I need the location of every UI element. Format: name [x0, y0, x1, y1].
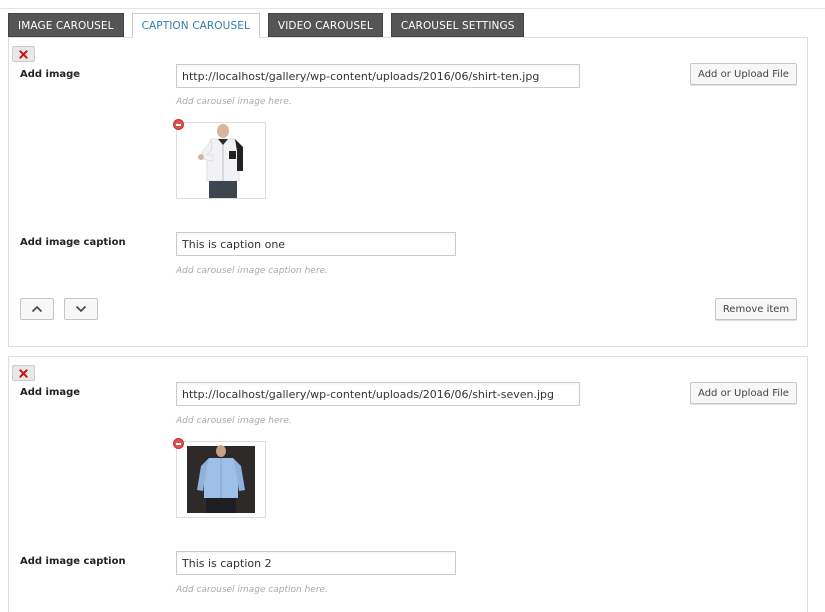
tab-carousel-settings[interactable]: CAROUSEL SETTINGS [390, 13, 525, 37]
move-up-button[interactable] [20, 298, 54, 320]
white-shirt-thumbnail-icon [177, 123, 265, 198]
close-icon [19, 49, 28, 59]
remove-item-button[interactable]: Remove item [715, 298, 797, 320]
image-thumbnail [176, 122, 266, 199]
tab-video-carousel[interactable]: VIDEO CAROUSEL [267, 13, 383, 37]
carousel-item-1: Add image Add or Upload File Add carouse… [8, 37, 808, 347]
tab-caption-carousel[interactable]: CAPTION CAROUSEL [131, 13, 260, 38]
upload-file-button[interactable]: Add or Upload File [690, 382, 797, 404]
add-caption-label: Add image caption [20, 237, 126, 248]
image-hint: Add carousel image here. [176, 416, 292, 426]
move-down-button[interactable] [64, 298, 98, 320]
image-thumbnail [176, 441, 266, 518]
remove-image-icon[interactable] [173, 119, 184, 130]
caption-hint: Add carousel image caption here. [176, 266, 328, 276]
caption-input[interactable] [176, 232, 456, 256]
chevron-down-icon [75, 305, 87, 313]
add-image-label: Add image [20, 387, 81, 398]
tab-image-carousel[interactable]: IMAGE CAROUSEL [8, 13, 124, 37]
image-hint: Add carousel image here. [176, 97, 292, 107]
remove-image-icon[interactable] [173, 438, 184, 449]
carousel-tabs: IMAGE CAROUSEL CAPTION CAROUSEL VIDEO CA… [8, 13, 532, 38]
close-icon [19, 368, 28, 378]
add-image-label: Add image [20, 69, 81, 80]
carousel-item-2: Add image Add or Upload File Add carouse… [8, 356, 808, 612]
top-divider [0, 8, 825, 9]
image-url-input[interactable] [176, 382, 580, 406]
chevron-up-icon [31, 305, 43, 313]
image-url-input[interactable] [176, 64, 580, 88]
caption-input[interactable] [176, 551, 456, 575]
blue-shirt-thumbnail-icon [177, 442, 265, 517]
delete-item-button[interactable] [12, 365, 35, 381]
upload-file-button[interactable]: Add or Upload File [690, 63, 797, 85]
delete-item-button[interactable] [12, 46, 35, 62]
caption-hint: Add carousel image caption here. [176, 585, 328, 595]
add-caption-label: Add image caption [20, 556, 126, 567]
